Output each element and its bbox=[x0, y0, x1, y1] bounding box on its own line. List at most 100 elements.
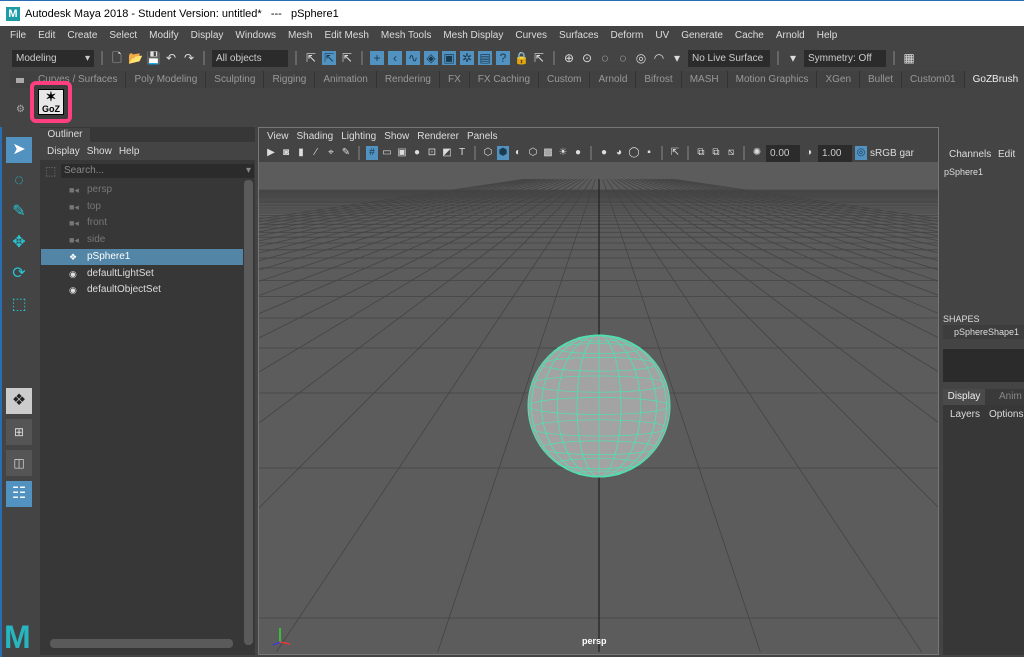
save-scene-icon[interactable]: 💾 bbox=[146, 51, 161, 65]
lock-icon[interactable]: 🔒 bbox=[514, 51, 529, 65]
shelf-tab-xgen[interactable]: XGen bbox=[817, 71, 861, 88]
exposure-field[interactable]: 0.00 bbox=[766, 144, 800, 162]
grease-pencil-icon[interactable]: ✎ bbox=[340, 146, 352, 160]
scale-tool-icon[interactable]: ⬚ bbox=[6, 292, 32, 318]
safe-action-icon[interactable]: ◩ bbox=[441, 146, 453, 160]
image-plane-icon[interactable]: ⁄ bbox=[310, 146, 322, 160]
menu-display[interactable]: Display bbox=[191, 30, 224, 41]
single-pane-layout-icon[interactable]: ❖ bbox=[6, 388, 32, 414]
outliner-item-persp[interactable]: ■◂ persp bbox=[41, 182, 243, 198]
shelf-tab-fx[interactable]: FX bbox=[439, 71, 470, 88]
tab-anim[interactable]: Anim bbox=[999, 391, 1022, 402]
exposure-icon[interactable]: ✺ bbox=[751, 146, 763, 160]
xray-active-icon[interactable]: ⧉ bbox=[710, 146, 722, 160]
dropdown-arrow-icon[interactable]: ▾ bbox=[786, 51, 800, 65]
two-pane-layout-icon[interactable]: ◫ bbox=[6, 450, 32, 476]
menu-edit-mesh[interactable]: Edit Mesh bbox=[324, 30, 368, 41]
camera-attr-icon[interactable]: ◙ bbox=[280, 146, 292, 160]
grid-toggle-icon[interactable]: # bbox=[366, 146, 378, 160]
outliner-item-defaultObjectSet[interactable]: ◉ defaultObjectSet bbox=[41, 282, 243, 298]
deform-mask-icon[interactable]: ▣ bbox=[442, 51, 456, 65]
viewport-menu-show[interactable]: Show bbox=[384, 131, 409, 142]
default-material-icon[interactable]: ◐ bbox=[512, 146, 524, 160]
psphere1-mesh[interactable] bbox=[527, 334, 671, 478]
shelf-tab-sculpting[interactable]: Sculpting bbox=[206, 71, 265, 88]
xray-joints-icon[interactable]: ⧅ bbox=[725, 146, 737, 160]
shelf-tab-animation[interactable]: Animation bbox=[315, 71, 377, 88]
snap-live-icon[interactable]: ◠ bbox=[652, 51, 666, 65]
viewport-menu-panels[interactable]: Panels bbox=[467, 131, 498, 142]
snap-view-icon[interactable]: ◌ bbox=[616, 51, 630, 65]
menu-mesh-tools[interactable]: Mesh Tools bbox=[381, 30, 431, 41]
shadows-icon[interactable]: ● bbox=[572, 146, 584, 160]
menu-generate[interactable]: Generate bbox=[681, 30, 723, 41]
menu-mesh[interactable]: Mesh bbox=[288, 30, 312, 41]
menu-deform[interactable]: Deform bbox=[611, 30, 644, 41]
dropdown-arrow-icon[interactable]: ▾ bbox=[670, 51, 684, 65]
goz-shelf-button[interactable]: ✶ GoZ bbox=[30, 81, 72, 123]
new-scene-icon[interactable]: 🗋 bbox=[110, 51, 124, 65]
shelf-tab-arnold[interactable]: Arnold bbox=[590, 71, 637, 88]
channels-menu[interactable]: Channels bbox=[949, 149, 991, 160]
channel-object-name[interactable]: pSphere1 bbox=[944, 167, 983, 177]
menuset-dropdown[interactable]: Modeling ▾ bbox=[12, 49, 94, 67]
snap-curve-icon[interactable]: ⊙ bbox=[580, 51, 594, 65]
outliner-horizontal-scrollbar[interactable] bbox=[50, 639, 233, 648]
viewport-persp[interactable] bbox=[258, 127, 939, 655]
menu-modify[interactable]: Modify bbox=[149, 30, 178, 41]
viewport-menu-view[interactable]: View bbox=[267, 131, 289, 142]
camera-select-icon[interactable]: ▶ bbox=[265, 146, 277, 160]
outliner-item-front[interactable]: ■◂ front bbox=[41, 215, 243, 231]
outliner-item-side[interactable]: ■◂ side bbox=[41, 232, 243, 248]
snap-grid-icon[interactable]: ⊕ bbox=[562, 51, 576, 65]
menu-edit[interactable]: Edit bbox=[38, 30, 55, 41]
lasso-tool-icon[interactable]: ◌ bbox=[6, 168, 32, 194]
shape-node[interactable]: pSphereShape1 bbox=[943, 325, 1024, 339]
menu-cache[interactable]: Cache bbox=[735, 30, 764, 41]
shelf-settings-icon[interactable]: ⚙ bbox=[16, 104, 25, 115]
render-view-icon[interactable]: ▦ bbox=[902, 51, 916, 65]
twod-pan-icon[interactable]: ⌖ bbox=[325, 146, 337, 160]
snap-point-icon[interactable]: ◌ bbox=[598, 51, 612, 65]
outliner-search-input[interactable]: Search... ▾ bbox=[61, 164, 254, 178]
select-object-icon[interactable]: ⇱ bbox=[322, 51, 336, 65]
shelf-tab-gozbrush[interactable]: GoZBrush bbox=[964, 71, 1024, 88]
resolution-gate-icon[interactable]: ▣ bbox=[396, 146, 408, 160]
motion-blur-icon[interactable]: ◕ bbox=[613, 146, 625, 160]
color-space-dropdown[interactable]: sRGB gar bbox=[870, 148, 914, 159]
outliner-layout-icon[interactable]: ☷ bbox=[6, 481, 32, 507]
surface-mask-icon[interactable]: ◈ bbox=[424, 51, 438, 65]
outliner-tab[interactable]: Outliner bbox=[40, 128, 90, 142]
outliner-item-defaultLightSet[interactable]: ◉ defaultLightSet bbox=[41, 266, 243, 282]
menu-arnold[interactable]: Arnold bbox=[776, 30, 805, 41]
selection-filter-dropdown[interactable]: All objects bbox=[212, 49, 288, 67]
open-scene-icon[interactable]: 📂 bbox=[128, 51, 143, 65]
render-mask-icon[interactable]: ▤ bbox=[478, 51, 492, 65]
menu-select[interactable]: Select bbox=[109, 30, 137, 41]
tab-display[interactable]: Display bbox=[943, 389, 985, 405]
bookmark-icon[interactable]: ▮ bbox=[295, 146, 307, 160]
color-management-icon[interactable]: ◎ bbox=[855, 146, 867, 160]
select-component-icon[interactable]: ⇱ bbox=[340, 51, 354, 65]
shelf-tab-custom01[interactable]: Custom01 bbox=[902, 71, 965, 88]
outliner-item-top[interactable]: ■◂ top bbox=[41, 199, 243, 215]
shelf-tab-rendering[interactable]: Rendering bbox=[376, 71, 440, 88]
curve-mask-icon[interactable]: ∿ bbox=[406, 51, 420, 65]
misc-mask-icon[interactable]: ? bbox=[496, 51, 510, 65]
ambient-occlusion-icon[interactable]: ● bbox=[598, 146, 610, 160]
viewport-menu-renderer[interactable]: Renderer bbox=[417, 131, 459, 142]
live-surface-field[interactable]: No Live Surface bbox=[688, 49, 770, 67]
redo-icon[interactable]: ↷ bbox=[182, 51, 196, 65]
options-menu[interactable]: Options bbox=[989, 409, 1023, 420]
outliner-item-pSphere1[interactable]: ❖ pSphere1 bbox=[41, 248, 243, 265]
menu-uv[interactable]: UV bbox=[655, 30, 669, 41]
depth-of-field-icon[interactable]: ▪ bbox=[643, 146, 655, 160]
rotate-tool-icon[interactable]: ⟳ bbox=[6, 261, 32, 287]
gamma-icon[interactable]: ◑ bbox=[803, 146, 815, 160]
shelf-tab-rigging[interactable]: Rigging bbox=[264, 71, 316, 88]
select-hierarchy-icon[interactable]: ⇱ bbox=[304, 51, 318, 65]
gate-mask-icon[interactable]: ● bbox=[411, 146, 423, 160]
layers-menu[interactable]: Layers bbox=[950, 409, 980, 420]
viewport-menu-lighting[interactable]: Lighting bbox=[341, 131, 376, 142]
gamma-field[interactable]: 1.00 bbox=[818, 144, 852, 162]
